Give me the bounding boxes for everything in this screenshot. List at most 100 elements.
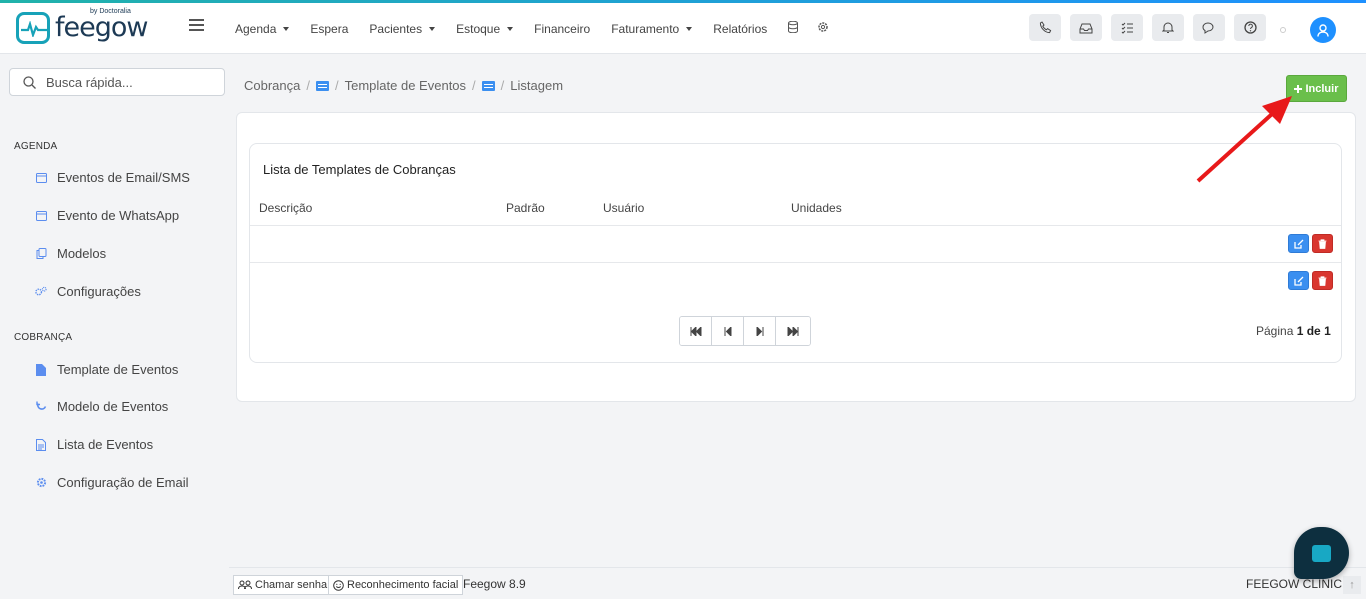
nav-estoque[interactable]: Estoque: [456, 21, 514, 36]
breadcrumb-separator: /: [335, 78, 339, 93]
search-icon: [23, 75, 36, 89]
sidebar-item-lista-de-eventos[interactable]: Lista de Eventos: [35, 437, 153, 452]
feegow-logo[interactable]: feegow by Doctoralia: [16, 8, 148, 44]
user-avatar[interactable]: [1310, 17, 1336, 43]
sidebar-item-configuracoes[interactable]: Configurações: [35, 284, 141, 299]
nav-financeiro[interactable]: Financeiro: [534, 22, 590, 36]
sidebar-item-configuracao-de-email[interactable]: Configuração de Email: [35, 475, 189, 490]
bell-icon[interactable]: [1152, 14, 1184, 41]
page-info-prefix: Página: [1256, 324, 1294, 338]
breadcrumb: Cobrança / / Template de Eventos / / Lis…: [244, 78, 563, 93]
breadcrumb-separator: /: [500, 78, 505, 93]
breadcrumb-item[interactable]: Template de Eventos: [345, 78, 466, 93]
delete-button[interactable]: [1312, 271, 1333, 290]
list-icon: [481, 80, 495, 91]
delete-button[interactable]: [1312, 234, 1333, 253]
nav-relatorios[interactable]: Relatórios: [713, 22, 767, 36]
sidebar-item-label: Modelo de Eventos: [57, 399, 169, 414]
chat-icon[interactable]: [1193, 14, 1225, 41]
calendar-icon: [35, 172, 47, 184]
face-recognition-label: Reconhecimento facial: [347, 579, 459, 591]
nav-label: Espera: [310, 21, 349, 36]
nav-label: Estoque: [456, 21, 501, 36]
nav-faturamento[interactable]: Faturamento: [611, 21, 693, 36]
column-header-unidades[interactable]: Unidades: [791, 201, 842, 215]
breadcrumb-item-current: Listagem: [510, 78, 564, 93]
column-header-padrao[interactable]: Padrão: [506, 201, 545, 215]
nav-label: Faturamento: [611, 21, 680, 36]
breadcrumb-separator: /: [306, 78, 310, 93]
card-title: Lista de Templates de Cobranças: [263, 162, 456, 177]
breadcrumb-item[interactable]: Cobrança: [244, 78, 300, 93]
nav-label: Pacientes: [369, 21, 423, 36]
nav-label: Relatórios: [713, 21, 768, 36]
caret-down-icon: [283, 26, 290, 31]
file-icon: [35, 363, 47, 376]
quick-search: [9, 68, 225, 96]
include-button-label: Incluir: [1305, 82, 1339, 95]
next-page-button[interactable]: [744, 317, 776, 345]
call-ticket-label: Chamar senha: [255, 579, 328, 591]
user-icon: [1317, 23, 1329, 37]
phone-icon[interactable]: [1029, 14, 1061, 41]
column-header-usuario[interactable]: Usuário: [603, 201, 644, 215]
cogs-icon: [35, 286, 47, 298]
column-header-descricao[interactable]: Descrição: [259, 201, 312, 215]
table-divider: [250, 262, 1341, 263]
plus-icon: [1294, 84, 1303, 93]
sidebar-item-label: Lista de Eventos: [57, 437, 154, 452]
clinic-name: FEEGOW CLINIC: [1246, 577, 1343, 591]
breadcrumb-separator: /: [472, 78, 476, 93]
sidebar-item-eventos-email-sms[interactable]: Eventos de Email/SMS: [35, 170, 190, 185]
chat-widget-icon: [1312, 544, 1331, 562]
edit-button[interactable]: [1288, 271, 1309, 290]
nav-pacientes[interactable]: Pacientes: [369, 21, 436, 36]
gear-icon[interactable]: [817, 21, 829, 36]
last-page-icon: [787, 326, 799, 336]
sidebar-item-label: Configurações: [57, 284, 141, 299]
edit-icon: [1293, 276, 1303, 286]
trash-icon: [1318, 275, 1327, 286]
inbox-icon[interactable]: [1070, 14, 1102, 41]
table-divider: [250, 225, 1341, 226]
database-icon[interactable]: [788, 20, 799, 36]
include-button[interactable]: Incluir: [1286, 75, 1347, 102]
sidebar-item-modelo-de-eventos[interactable]: Modelo de Eventos: [35, 399, 168, 414]
sidebar-item-label: Evento de WhatsApp: [57, 208, 180, 223]
support-chat-button[interactable]: [1294, 527, 1349, 579]
scroll-top-icon[interactable]: ↑: [1343, 576, 1361, 594]
sidebar-item-label: Modelos: [57, 246, 107, 261]
previous-page-button[interactable]: [712, 317, 744, 345]
sidebar-item-label: Configuração de Email: [57, 475, 189, 490]
nav-agenda[interactable]: Agenda: [235, 21, 290, 36]
face-recognition-button[interactable]: Reconhecimento facial: [328, 575, 464, 595]
sidebar-item-evento-whatsapp[interactable]: Evento de WhatsApp: [35, 208, 179, 223]
page-info: Página 1 de 1: [1256, 324, 1331, 338]
sidebar-section-agenda: AGENDA: [14, 141, 58, 152]
help-icon[interactable]: [1234, 14, 1266, 41]
search-input[interactable]: [46, 74, 206, 90]
call-ticket-button[interactable]: Chamar senha: [233, 575, 333, 595]
menu-toggle-icon[interactable]: [189, 19, 204, 34]
smile-icon: [333, 579, 344, 591]
sidebar-item-modelos[interactable]: Modelos: [35, 246, 106, 261]
nav-espera[interactable]: Espera: [310, 22, 348, 36]
first-page-button[interactable]: [680, 317, 712, 345]
edit-button[interactable]: [1288, 234, 1309, 253]
pagination: [679, 316, 811, 346]
caret-down-icon: [429, 26, 436, 31]
file-text-icon: [35, 438, 47, 451]
brand-name: feegow: [55, 12, 148, 43]
sidebar-section-cobranca: COBRANÇA: [14, 332, 73, 343]
trash-icon: [1318, 238, 1327, 249]
sidebar-item-template-de-eventos[interactable]: Template de Eventos: [35, 362, 178, 377]
next-page-icon: [756, 326, 763, 336]
first-page-icon: [690, 326, 701, 336]
tasks-icon[interactable]: [1111, 14, 1143, 41]
last-page-button[interactable]: [776, 317, 810, 345]
main-nav: Agenda Espera Pacientes Estoque Financei…: [235, 3, 848, 54]
copy-icon: [35, 248, 47, 260]
sidebar-item-label: Template de Eventos: [57, 362, 179, 377]
nav-label: Agenda: [235, 21, 277, 36]
app-version: Feegow 8.9: [463, 577, 526, 591]
